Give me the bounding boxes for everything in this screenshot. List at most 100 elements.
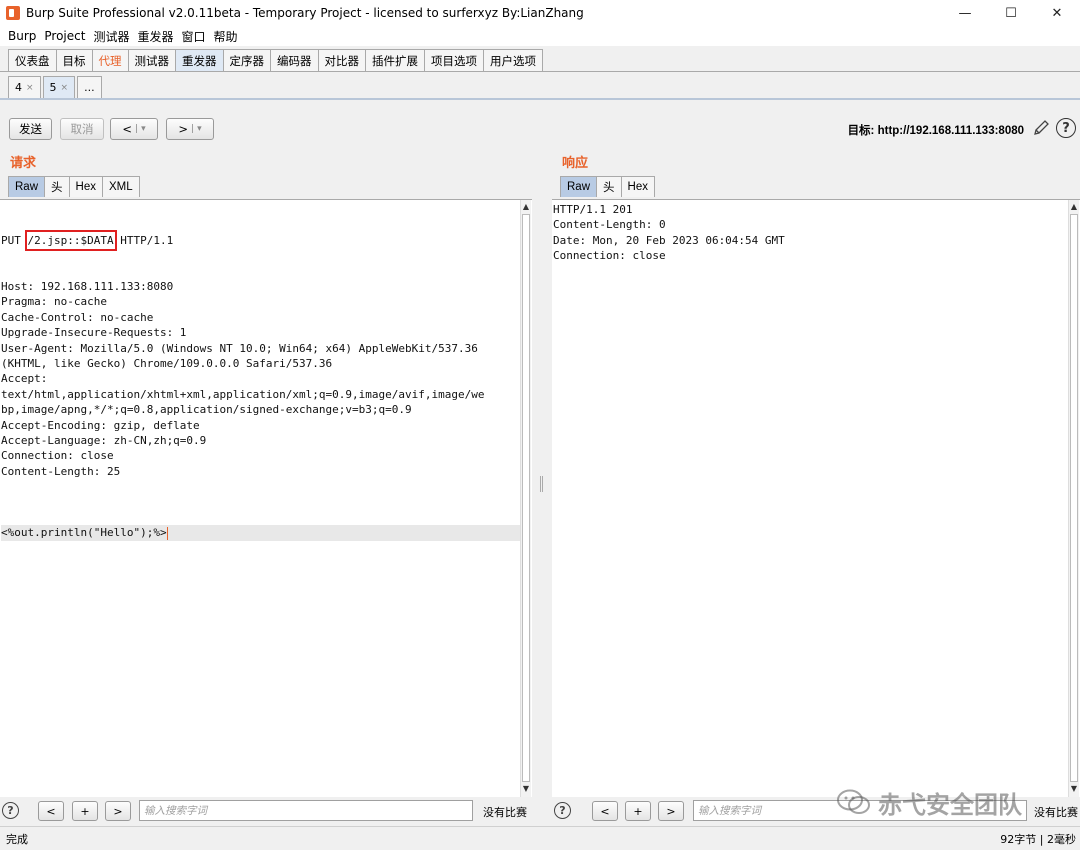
menu-burp[interactable]: Burp xyxy=(4,29,40,43)
divider-grip[interactable] xyxy=(540,476,543,492)
search-options-button[interactable]: + xyxy=(625,801,651,821)
minimize-button[interactable]: — xyxy=(942,0,988,26)
main-tabs: 仪表盘 目标 代理 测试器 重发器 定序器 编码器 对比器 插件扩展 项目选项 … xyxy=(0,48,1080,72)
highlighted-path: /2.jsp::$DATA xyxy=(24,229,117,252)
back-arrow-icon: < xyxy=(122,122,133,136)
request-text[interactable]: PUT /2.jsp::$DATA HTTP/1.1 Host: 192.168… xyxy=(0,200,532,572)
target-display: 目标: http://192.168.111.133:8080 xyxy=(848,122,1024,138)
target-url: http://192.168.111.133:8080 xyxy=(877,125,1024,137)
scroll-up-icon[interactable]: ▲ xyxy=(521,202,531,214)
response-editor[interactable]: HTTP/1.1 201 Content-Length: 0 Date: Mon, … xyxy=(552,199,1080,797)
scroll-thumb[interactable] xyxy=(1070,214,1078,782)
edit-target-icon[interactable] xyxy=(1032,119,1050,137)
repeater-tab-4[interactable]: 4 × xyxy=(8,76,41,98)
response-line: Date: Mon, 20 Feb 2023 06:04:54 GMT xyxy=(553,233,785,247)
tab-hex[interactable]: Hex xyxy=(620,176,655,197)
close-button[interactable]: ✕ xyxy=(1034,0,1080,26)
help-icon[interactable]: ? xyxy=(2,802,19,819)
split-divider[interactable] xyxy=(539,146,545,826)
watermark: 赤弋安全团队 xyxy=(836,786,1022,819)
tab-comparer[interactable]: 对比器 xyxy=(317,49,366,71)
search-options-button[interactable]: + xyxy=(72,801,98,821)
window-title: Burp Suite Professional v2.0.11beta - Te… xyxy=(26,6,584,20)
menu-project[interactable]: Project xyxy=(40,29,89,43)
request-protocol: HTTP/1.1 xyxy=(120,233,174,247)
cancel-button[interactable]: 取消 xyxy=(60,118,104,140)
scroll-down-icon[interactable]: ▼ xyxy=(1069,784,1079,796)
tab-headers[interactable]: 头 xyxy=(44,176,70,197)
help-icon[interactable]: ? xyxy=(1056,118,1076,138)
request-header-line: Pragma: no-cache xyxy=(1,295,107,309)
tab-user-options[interactable]: 用户选项 xyxy=(483,49,543,71)
search-next-button[interactable]: > xyxy=(105,801,131,821)
tab-extender[interactable]: 插件扩展 xyxy=(365,49,425,71)
response-stats: 92字节 | 2毫秒 xyxy=(1000,833,1076,846)
response-scrollbar[interactable]: ▲ ▼ xyxy=(1068,200,1079,797)
tab-hex[interactable]: Hex xyxy=(68,176,103,197)
target-label: 目标: xyxy=(847,125,878,137)
watermark-text: 赤弋安全团队 xyxy=(878,790,1022,819)
request-scrollbar[interactable]: ▲ ▼ xyxy=(520,200,531,797)
repeater-tab-5[interactable]: 5 × xyxy=(42,76,76,98)
tab-decoder[interactable]: 编码器 xyxy=(270,49,319,71)
tab-dashboard[interactable]: 仪表盘 xyxy=(8,49,57,71)
tab-project-options[interactable]: 项目选项 xyxy=(424,49,484,71)
title-bar: Burp Suite Professional v2.0.11beta - Te… xyxy=(0,0,1080,26)
close-tab-icon[interactable]: × xyxy=(26,83,34,93)
request-line: PUT /2.jsp::$DATA HTTP/1.1 xyxy=(1,229,532,252)
search-prev-button[interactable]: < xyxy=(38,801,64,821)
request-header-line: (KHTML, like Gecko) Chrome/109.0.0.0 Saf… xyxy=(1,356,333,370)
response-line: Connection: close xyxy=(553,249,666,263)
tab-intruder[interactable]: 测试器 xyxy=(127,49,176,71)
tab-xml[interactable]: XML xyxy=(101,176,140,197)
request-header-line: Content-Length: 25 xyxy=(1,464,121,478)
burp-logo-icon xyxy=(6,6,20,20)
request-header-line: Accept-Encoding: gzip, deflate xyxy=(1,418,200,432)
request-header-line: Upgrade-Insecure-Requests: 1 xyxy=(1,326,187,340)
send-button[interactable]: 发送 xyxy=(9,118,52,140)
response-panel: 响应 Raw 头 Hex HTTP/1.1 201 Content-Length:… xyxy=(552,146,1080,826)
repeater-tabs: 4 × 5 × ... xyxy=(0,76,1080,100)
scroll-up-icon[interactable]: ▲ xyxy=(1069,202,1079,214)
tab-proxy[interactable]: 代理 xyxy=(91,49,129,71)
repeater-tab-label: 4 xyxy=(15,81,22,94)
forward-button[interactable]: > | ▾ xyxy=(166,118,214,140)
tab-raw[interactable]: Raw xyxy=(560,176,598,197)
search-input[interactable]: 输入搜索字词 xyxy=(139,800,473,821)
request-body: <%out.println("Hello");%> xyxy=(1,526,167,540)
request-header-line: Host: 192.168.111.133:8080 xyxy=(1,280,174,294)
request-header-line: Accept: xyxy=(1,372,48,386)
tab-target[interactable]: 目标 xyxy=(55,49,93,71)
scroll-thumb[interactable] xyxy=(522,214,530,782)
response-text[interactable]: HTTP/1.1 201 Content-Length: 0 Date: Mon, … xyxy=(552,200,1080,264)
repeater-tab-new[interactable]: ... xyxy=(77,76,102,98)
tab-repeater[interactable]: 重发器 xyxy=(175,49,224,71)
menu-window[interactable]: 窗口 xyxy=(177,28,209,45)
maximize-button[interactable]: ☐ xyxy=(988,0,1034,26)
search-prev-button[interactable]: < xyxy=(592,801,618,821)
status-bar: 完成 92字节 | 2毫秒 xyxy=(0,826,1080,848)
request-header-line: Accept-Language: zh-CN,zh;q=0.9 xyxy=(1,433,207,447)
text-caret xyxy=(166,526,168,540)
match-count: 没有比赛 xyxy=(1034,806,1078,819)
help-icon[interactable]: ? xyxy=(554,802,571,819)
response-title: 响应 xyxy=(562,156,589,171)
request-editor[interactable]: PUT /2.jsp::$DATA HTTP/1.1 Host: 192.168… xyxy=(0,199,532,797)
repeater-tab-label: 5 xyxy=(49,81,57,94)
menu-repeater[interactable]: 重发器 xyxy=(133,28,177,45)
menu-intruder[interactable]: 测试器 xyxy=(89,28,133,45)
tab-raw[interactable]: Raw xyxy=(8,176,46,197)
chevron-down-icon: ▾ xyxy=(197,124,202,134)
scroll-down-icon[interactable]: ▼ xyxy=(521,784,531,796)
tab-headers[interactable]: 头 xyxy=(596,176,622,197)
request-panel: 请求 Raw 头 Hex XML PUT /2.jsp::$DATA HTTP/… xyxy=(0,146,532,826)
forward-arrow-icon: > xyxy=(178,122,189,136)
close-tab-icon[interactable]: × xyxy=(61,83,69,93)
menu-help[interactable]: 帮助 xyxy=(210,28,242,45)
back-button[interactable]: < | ▾ xyxy=(110,118,158,140)
response-view-tabs: Raw 头 Hex xyxy=(560,176,655,198)
response-line: HTTP/1.1 201 xyxy=(553,203,633,216)
tab-sequencer[interactable]: 定序器 xyxy=(222,49,271,71)
search-next-button[interactable]: > xyxy=(658,801,684,821)
match-count: 没有比赛 xyxy=(483,806,527,819)
